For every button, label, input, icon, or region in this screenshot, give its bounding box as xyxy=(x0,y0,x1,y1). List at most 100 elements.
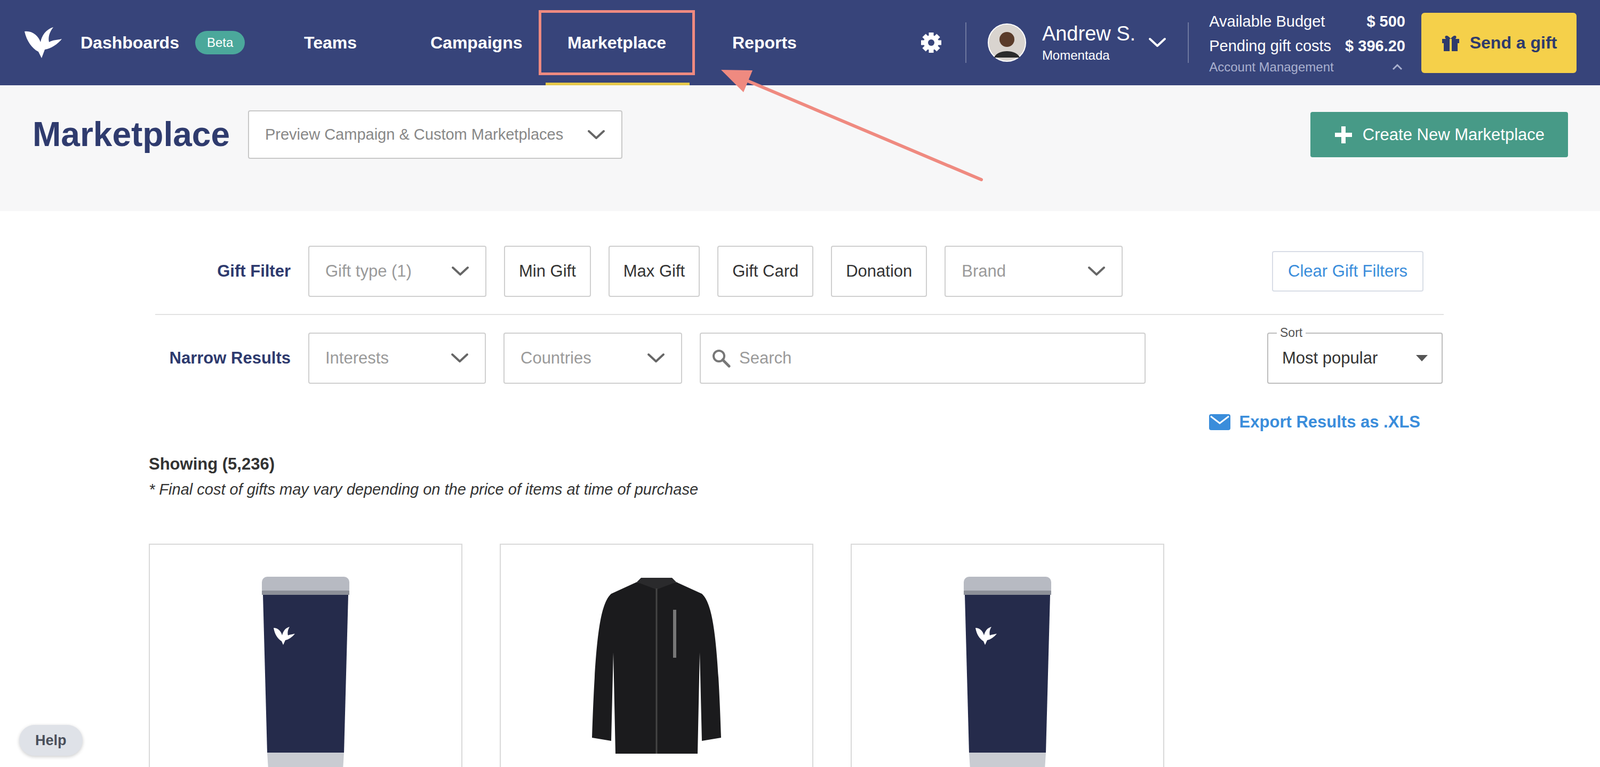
chevron-down-icon[interactable] xyxy=(1148,37,1167,48)
product-grid xyxy=(148,544,1444,767)
help-label: Help xyxy=(35,732,67,750)
search-input[interactable] xyxy=(738,348,1134,369)
user-company: Momentada xyxy=(1042,47,1136,64)
chevron-down-icon xyxy=(1087,266,1106,277)
active-underline xyxy=(87,82,299,86)
logo-cell xyxy=(0,0,81,86)
jacket-image xyxy=(587,578,726,757)
nav-label[interactable]: Teams xyxy=(304,33,357,53)
price-note: * Final cost of gifts may vary depending… xyxy=(148,480,1444,500)
chevron-down-icon xyxy=(646,353,666,364)
beta-badge: Beta xyxy=(195,30,245,55)
account-row: Account Management xyxy=(1209,59,1406,75)
product-card[interactable] xyxy=(148,544,463,767)
budget-panel: Available Budget $ 500 Pending gift costs $… xyxy=(1209,10,1406,75)
envelope-icon xyxy=(1208,413,1231,431)
search-icon xyxy=(711,348,731,368)
narrow-results-label: Narrow Results xyxy=(155,348,291,368)
dropdown-triangle-icon xyxy=(1416,355,1428,362)
dropdown-value: Interests xyxy=(325,348,389,368)
nav-item[interactable]: Dashboards Beta xyxy=(77,10,248,76)
budget-value: $ 396.20 xyxy=(1345,35,1406,57)
filter-button-label: Donation xyxy=(845,261,912,282)
results: Export Results as .XLS Showing (5,236) * F… xyxy=(148,411,1444,767)
dropdown[interactable]: Gift type (1) xyxy=(308,245,487,298)
dropdown[interactable]: Interests xyxy=(308,332,486,384)
dropdown-value: Gift type (1) xyxy=(325,261,412,282)
nav-cell: Marketplace xyxy=(538,0,695,86)
sort-select[interactable]: SortMost popular xyxy=(1267,332,1443,384)
nav-item[interactable]: Reports xyxy=(729,10,800,76)
tumbler-image xyxy=(258,577,353,767)
filter-button[interactable]: Gift Card xyxy=(717,245,814,298)
user-name: Andrew S. xyxy=(1042,21,1136,46)
nav-label[interactable]: Reports xyxy=(732,33,797,53)
filters: Gift Filter Gift type (1) Min Gift Max Gift… xyxy=(155,211,1444,384)
clear-filters-button[interactable]: Clear Gift Filters xyxy=(1272,251,1424,292)
create-marketplace-label: Create New Marketplace xyxy=(1362,125,1545,145)
filter-button-label: Min Gift xyxy=(518,261,576,282)
chevron-down-icon xyxy=(451,266,470,277)
budget-value: $ 500 xyxy=(1366,10,1406,32)
clear-filters-label: Clear Gift Filters xyxy=(1288,261,1408,282)
avatar-icon xyxy=(987,23,1027,62)
narrow-results-row: Narrow Results Interests Countries SortMost… xyxy=(155,332,1444,384)
nav-item[interactable]: Marketplace xyxy=(538,10,695,76)
send-gift-button[interactable]: Send a gift xyxy=(1421,12,1577,74)
user-block[interactable]: Andrew S.Momentada xyxy=(1042,21,1136,64)
nav-label[interactable]: Marketplace xyxy=(567,33,667,53)
budget-row: Pending gift costs $ 396.20 xyxy=(1209,35,1406,57)
send-gift-label: Send a gift xyxy=(1469,33,1558,53)
dropdown[interactable]: Brand xyxy=(944,245,1123,298)
filter-button-label: Gift Card xyxy=(732,261,799,282)
nav-label[interactable]: Dashboards xyxy=(80,33,180,53)
filter-button[interactable]: Donation xyxy=(830,245,927,298)
create-marketplace-button[interactable]: Create New Marketplace xyxy=(1310,112,1568,158)
caret-icon[interactable] xyxy=(1391,63,1404,71)
nav-item[interactable]: Campaigns xyxy=(427,10,525,76)
annotation-arrow-icon xyxy=(0,0,1600,767)
help-button[interactable]: Help xyxy=(19,725,83,757)
marketplace-select[interactable]: Preview Campaign & Custom Marketplaces xyxy=(248,110,623,159)
divider xyxy=(155,314,1444,316)
nav-cell: Campaigns xyxy=(430,0,539,86)
budget-row: Available Budget $ 500 xyxy=(1209,10,1406,32)
filter-button[interactable]: Max Gift xyxy=(608,245,700,298)
gear-icon[interactable] xyxy=(920,32,942,54)
filter-button-label: Max Gift xyxy=(623,261,685,282)
divider xyxy=(965,22,967,63)
top-nav: Dashboards Beta Teams Campaigns Marketplace R… xyxy=(0,0,1600,86)
results-count: Showing (5,236) xyxy=(148,454,1444,475)
page-header: Marketplace Preview Campaign & Custom Mar… xyxy=(0,85,1600,212)
gift-filter-row: Gift Filter Gift type (1) Min Gift Max Gift… xyxy=(155,245,1444,298)
product-card[interactable] xyxy=(499,544,814,767)
chevron-down-icon xyxy=(450,353,469,364)
nav-label[interactable]: Campaigns xyxy=(430,33,523,53)
marketplace-select-value: Preview Campaign & Custom Marketplaces xyxy=(265,125,564,144)
tumbler-image xyxy=(960,577,1055,767)
active-underline xyxy=(701,82,795,86)
dropdown[interactable]: Countries xyxy=(503,332,683,384)
account-management-link[interactable]: Account Management xyxy=(1209,59,1334,75)
export-link[interactable]: Export Results as .XLS xyxy=(1208,411,1421,434)
plus-icon xyxy=(1333,125,1354,145)
export-label: Export Results as .XLS xyxy=(1239,412,1421,432)
dropdown-value: Brand xyxy=(961,261,1006,282)
budget-label: Available Budget xyxy=(1209,10,1325,32)
filter-button[interactable]: Min Gift xyxy=(504,245,591,298)
nav-item[interactable]: Teams xyxy=(301,10,360,76)
product-card[interactable] xyxy=(850,544,1165,767)
gift-filter-label: Gift Filter xyxy=(155,261,291,282)
gift-icon xyxy=(1441,33,1461,52)
sort-label: Sort xyxy=(1276,325,1306,341)
divider xyxy=(1187,22,1189,63)
dropdown-value: Countries xyxy=(520,348,592,368)
active-underline xyxy=(437,82,534,86)
page-title: Marketplace xyxy=(32,110,230,159)
budget-label: Pending gift costs xyxy=(1209,35,1332,57)
sort-value: Most popular xyxy=(1282,348,1378,368)
nav-cell: Teams xyxy=(304,0,431,86)
search-field xyxy=(699,332,1146,384)
active-underline xyxy=(545,82,690,86)
nav-cell: Reports xyxy=(694,0,800,86)
